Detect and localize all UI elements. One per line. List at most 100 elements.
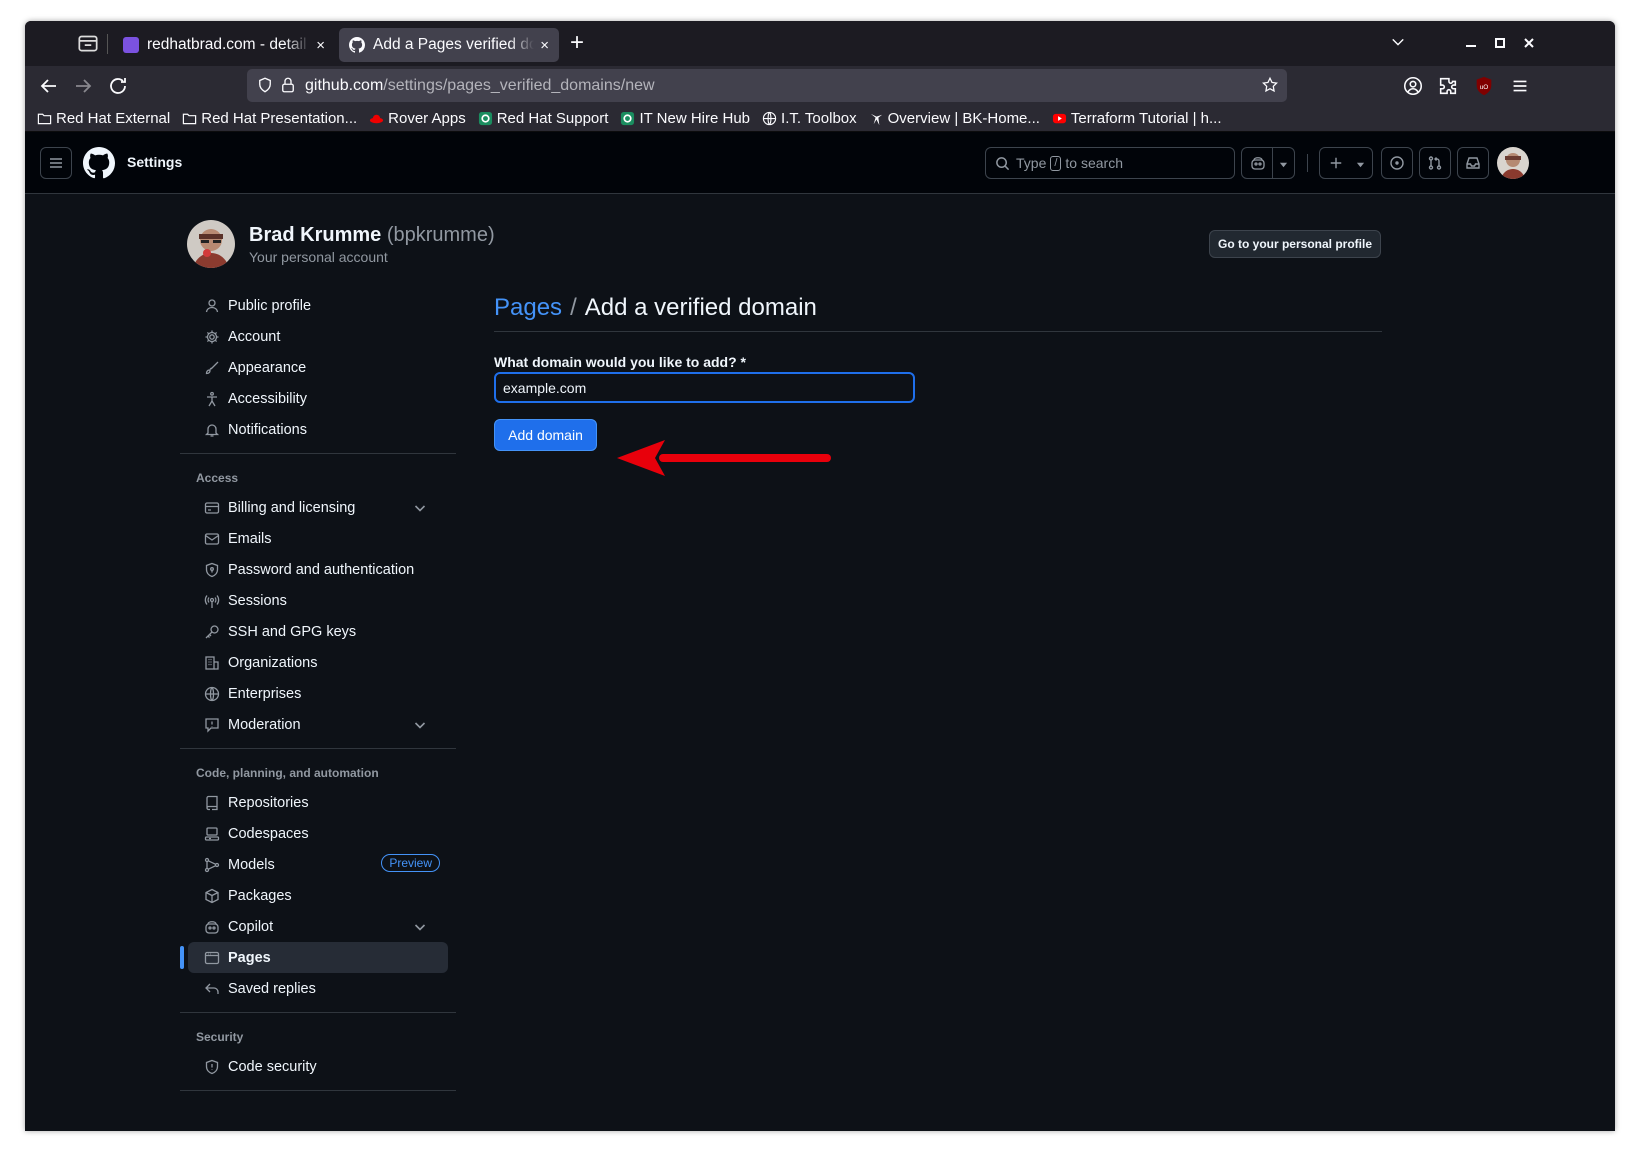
sidebar-item-copilot[interactable]: Copilot [188, 911, 448, 942]
tab-close-icon[interactable]: × [316, 37, 325, 54]
go-to-profile-button[interactable]: Go to your personal profile [1209, 230, 1381, 258]
close-window-icon[interactable] [1523, 37, 1535, 49]
triangle-down-icon[interactable] [1279, 160, 1288, 169]
sidebar-item-label: Saved replies [228, 980, 316, 997]
sidebar-item-code-security[interactable]: Code security [188, 1051, 448, 1082]
sidebar-item-ssh-gpg[interactable]: SSH and GPG keys [188, 616, 448, 647]
forward-arrow-icon[interactable] [71, 74, 95, 98]
preview-badge: Preview [381, 854, 440, 872]
person-icon [205, 298, 219, 312]
chevron-down-icon[interactable] [412, 500, 428, 516]
svg-text:uO: uO [1480, 84, 1489, 91]
sidebar-item-emails[interactable]: Emails [188, 523, 448, 554]
bookmark-it-toolbox[interactable]: I.T. Toolbox [762, 110, 857, 127]
bookmark-rover-apps[interactable]: Rover Apps [369, 110, 466, 127]
sidebar-item-label: Password and authentication [228, 561, 415, 578]
sidebar-item-models[interactable]: Models Preview [188, 849, 448, 880]
bookmark-star-icon[interactable] [1261, 76, 1279, 94]
search-input[interactable]: Type / to search [985, 147, 1235, 179]
github-header: Settings Type / to search [25, 132, 1615, 194]
folder-icon [37, 113, 52, 125]
account-icon[interactable] [1402, 75, 1424, 97]
sidebar-item-packages[interactable]: Packages [188, 880, 448, 911]
sidebar-item-password-auth[interactable]: Password and authentication [188, 554, 448, 585]
lock-icon[interactable] [279, 76, 297, 94]
issues-button[interactable] [1381, 147, 1413, 179]
sidebar-item-label: Sessions [228, 592, 287, 609]
tab-close-icon[interactable]: × [540, 37, 549, 54]
add-domain-button[interactable]: Add domain [494, 419, 597, 451]
git-pull-request-icon [1428, 156, 1442, 170]
sidebar-item-public-profile[interactable]: Public profile [188, 290, 448, 321]
firefox-view-icon[interactable] [75, 30, 101, 56]
github-logo-icon[interactable] [83, 147, 115, 179]
tab-add-pages-domain[interactable]: Add a Pages verified do × [339, 28, 559, 62]
sidebar-item-moderation[interactable]: Moderation [188, 709, 448, 740]
sidebar-item-label: Code security [228, 1058, 317, 1075]
open-global-nav-button[interactable] [40, 147, 72, 179]
back-arrow-icon[interactable] [37, 74, 61, 98]
key-icon [205, 624, 219, 638]
domain-input[interactable] [494, 372, 915, 403]
sidebar-divider [180, 1012, 456, 1013]
bookmarks-toolbar: Red Hat External Red Hat Presentation...… [25, 106, 1615, 132]
settings-sidebar: Public profile Account Appearance Access… [180, 290, 456, 1099]
report-icon [205, 717, 219, 733]
inbox-button[interactable] [1457, 147, 1489, 179]
tracking-shield-icon[interactable] [256, 76, 274, 94]
profile-name: Brad Krumme (bpkrumme) [249, 224, 495, 247]
chevron-down-icon[interactable] [412, 919, 428, 935]
sidebar-item-label: Codespaces [228, 825, 309, 842]
maximize-icon[interactable] [1494, 37, 1506, 49]
breadcrumb-separator: / [570, 293, 577, 321]
bookmark-label: Overview | BK-Home... [887, 110, 1040, 127]
bookmark-overview-bk-home[interactable]: Overview | BK-Home... [869, 110, 1040, 127]
bookmark-it-new-hire-hub[interactable]: IT New Hire Hub [620, 110, 750, 127]
tab-list-chevron-icon[interactable] [1391, 35, 1405, 49]
sidebar-item-codespaces[interactable]: Codespaces [188, 818, 448, 849]
profile-avatar [187, 220, 235, 268]
bookmark-red-hat-external[interactable]: Red Hat External [37, 110, 170, 127]
url-bar[interactable]: github.com/settings/pages_verified_domai… [247, 69, 1287, 102]
bookmark-terraform-tutorial[interactable]: Terraform Tutorial | h... [1052, 110, 1222, 127]
minimize-icon[interactable] [1465, 37, 1477, 49]
sidebar-item-billing[interactable]: Billing and licensing [188, 492, 448, 523]
models-icon [204, 857, 220, 872]
sidebar-item-organizations[interactable]: Organizations [188, 647, 448, 678]
header-title[interactable]: Settings [127, 154, 182, 170]
bookmark-red-hat-support[interactable]: Red Hat Support [478, 110, 608, 127]
copilot-icon [1251, 157, 1265, 170]
bookmark-label: I.T. Toolbox [781, 110, 857, 127]
url-host: github.com [305, 76, 384, 94]
bookmark-red-hat-presentation[interactable]: Red Hat Presentation... [182, 110, 357, 127]
ublock-origin-icon[interactable]: uO [1473, 75, 1495, 97]
new-tab-button[interactable]: + [570, 29, 584, 57]
globe-icon [762, 111, 777, 126]
profile-display-name: Brad Krumme [249, 224, 382, 246]
create-new-button[interactable] [1319, 147, 1373, 179]
sidebar-item-repositories[interactable]: Repositories [188, 787, 448, 818]
chevron-down-icon[interactable] [412, 717, 428, 733]
support-icon [621, 111, 635, 126]
sidebar-item-appearance[interactable]: Appearance [188, 352, 448, 383]
sidebar-divider [180, 748, 456, 749]
extensions-icon[interactable] [1437, 75, 1459, 97]
sidebar-item-sessions[interactable]: Sessions [188, 585, 448, 616]
sidebar-item-accessibility[interactable]: Accessibility [188, 383, 448, 414]
tab-redhatbrad[interactable]: redhatbrad.com - detail × [113, 28, 335, 62]
sidebar-item-pages[interactable]: Pages [180, 942, 448, 973]
reload-icon[interactable] [106, 74, 130, 98]
sidebar-item-saved-replies[interactable]: Saved replies [188, 973, 448, 1004]
sidebar-item-account[interactable]: Account [188, 321, 448, 352]
folder-icon [183, 113, 197, 125]
hamburger-menu-icon[interactable] [1509, 75, 1531, 97]
copilot-button[interactable] [1241, 147, 1295, 179]
sidebar-item-notifications[interactable]: Notifications [188, 414, 448, 445]
pull-requests-button[interactable] [1419, 147, 1451, 179]
user-avatar[interactable] [1497, 147, 1529, 179]
sidebar-item-label: Public profile [228, 297, 312, 314]
sidebar-heading-security: Security [196, 1030, 244, 1044]
youtube-icon [1052, 113, 1066, 124]
sidebar-item-enterprises[interactable]: Enterprises [188, 678, 448, 709]
breadcrumb-pages-link[interactable]: Pages [494, 294, 562, 322]
